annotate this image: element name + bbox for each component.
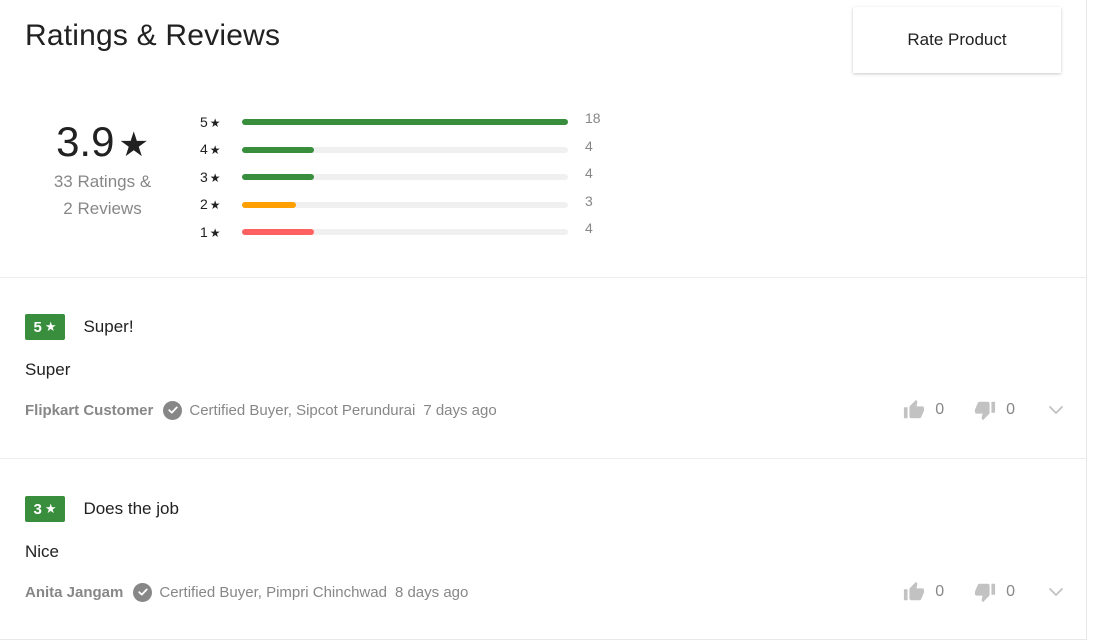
average-rating-summary: 3.9 ★ 33 Ratings & 2 Reviews: [25, 118, 180, 222]
distribution-bar-fill: [242, 146, 315, 153]
like-button[interactable]: 0: [903, 399, 944, 421]
star-icon: ★: [209, 170, 221, 185]
distribution-row: 5 ★ 18: [200, 108, 601, 136]
dislike-button[interactable]: 0: [974, 581, 1015, 603]
review-title: Does the job: [83, 499, 179, 518]
reviews-count-text: 2 Reviews: [63, 199, 142, 218]
review-date: 7 days ago: [423, 401, 497, 419]
dislike-count: 0: [1006, 401, 1015, 418]
certified-buyer-text: Certified Buyer, Sipcot Perundurai: [189, 401, 416, 419]
rating-distribution: 5 ★ 18 4 ★ 4 3 ★ 4 2 ★ 3 1 ★ 4: [200, 108, 601, 246]
distribution-bar-track: [242, 119, 568, 125]
distribution-count: 3: [585, 192, 593, 209]
distribution-count: 18: [585, 110, 601, 126]
dislike-button[interactable]: 0: [974, 399, 1015, 421]
review-actions: 0 0: [903, 397, 1065, 423]
thumbs-down-icon: [975, 583, 996, 603]
distribution-row: 1 ★ 4: [200, 218, 593, 246]
thumbs-down-icon: [975, 401, 996, 421]
review-title: Super!: [83, 317, 134, 336]
distribution-bar-track: [242, 201, 568, 208]
dislike-count: 0: [1006, 583, 1015, 600]
distribution-count: 4: [585, 137, 593, 154]
page-title: Ratings & Reviews: [25, 19, 281, 52]
review-rating-badge: 5 ★: [25, 314, 65, 340]
distribution-count: 4: [585, 165, 593, 181]
review-card: 5 ★ Super! Super Flipkart Customer Certif…: [25, 314, 1065, 421]
check-circle-icon: [163, 400, 183, 420]
divider: [0, 458, 1087, 459]
thumbs-up-icon: [904, 399, 925, 419]
star-icon: ★: [44, 501, 57, 516]
ratings-count-text: 33 Ratings &: [53, 172, 152, 191]
review-date: 8 days ago: [394, 583, 469, 601]
chevron-down-icon[interactable]: [1047, 401, 1065, 419]
like-count: 0: [935, 401, 945, 418]
review-card: 3 ★ Does the job Nice Anita Jangam Certif…: [25, 496, 1065, 603]
review-actions: 0 0: [903, 579, 1065, 605]
star-icon: ★: [44, 319, 57, 334]
distribution-row: 4 ★ 4: [200, 136, 593, 164]
distribution-star-label: 3 ★: [200, 168, 221, 185]
distribution-bar-fill: [242, 229, 315, 235]
review-author: Flipkart Customer: [25, 401, 154, 419]
distribution-star-label: 2 ★: [200, 196, 221, 213]
distribution-bar-track: [242, 229, 568, 235]
distribution-bar-fill: [242, 119, 568, 125]
certified-buyer-text: Certified Buyer, Pimpri Chinchwad: [159, 583, 387, 601]
star-icon: ★: [209, 225, 221, 240]
review-author: Anita Jangam: [25, 583, 124, 601]
average-rating-value: 3.9: [56, 118, 115, 165]
review-body: Super: [25, 360, 71, 379]
distribution-bar-track: [242, 174, 568, 180]
distribution-row: 3 ★ 4: [200, 163, 593, 191]
distribution-count: 4: [585, 220, 593, 236]
distribution-star-label: 5 ★: [200, 113, 221, 130]
star-icon: ★: [118, 126, 149, 164]
like-button[interactable]: 0: [903, 581, 944, 603]
rate-product-button[interactable]: Rate Product: [853, 7, 1061, 73]
divider: [0, 277, 1087, 278]
like-count: 0: [935, 583, 945, 600]
distribution-star-label: 4 ★: [200, 141, 221, 158]
check-circle-icon: [133, 582, 153, 602]
distribution-row: 2 ★ 3: [200, 191, 593, 219]
review-rating-badge: 3 ★: [25, 496, 65, 522]
distribution-star-label: 1 ★: [200, 223, 221, 240]
ratings-reviews-panel: Ratings & Reviews Rate Product 3.9 ★ 33 R…: [0, 0, 1087, 640]
review-body: Nice: [25, 542, 60, 561]
distribution-bar-fill: [242, 174, 315, 180]
star-icon: ★: [209, 198, 221, 213]
star-icon: ★: [209, 143, 221, 158]
review-meta: Flipkart Customer Certified Buyer, Sipco…: [25, 399, 1065, 421]
star-icon: ★: [209, 115, 221, 130]
chevron-down-icon[interactable]: [1047, 583, 1065, 601]
distribution-bar-fill: [242, 201, 297, 208]
distribution-bar-track: [242, 146, 568, 153]
thumbs-up-icon: [904, 581, 925, 601]
review-meta: Anita Jangam Certified Buyer, Pimpri Chi…: [25, 581, 1065, 603]
